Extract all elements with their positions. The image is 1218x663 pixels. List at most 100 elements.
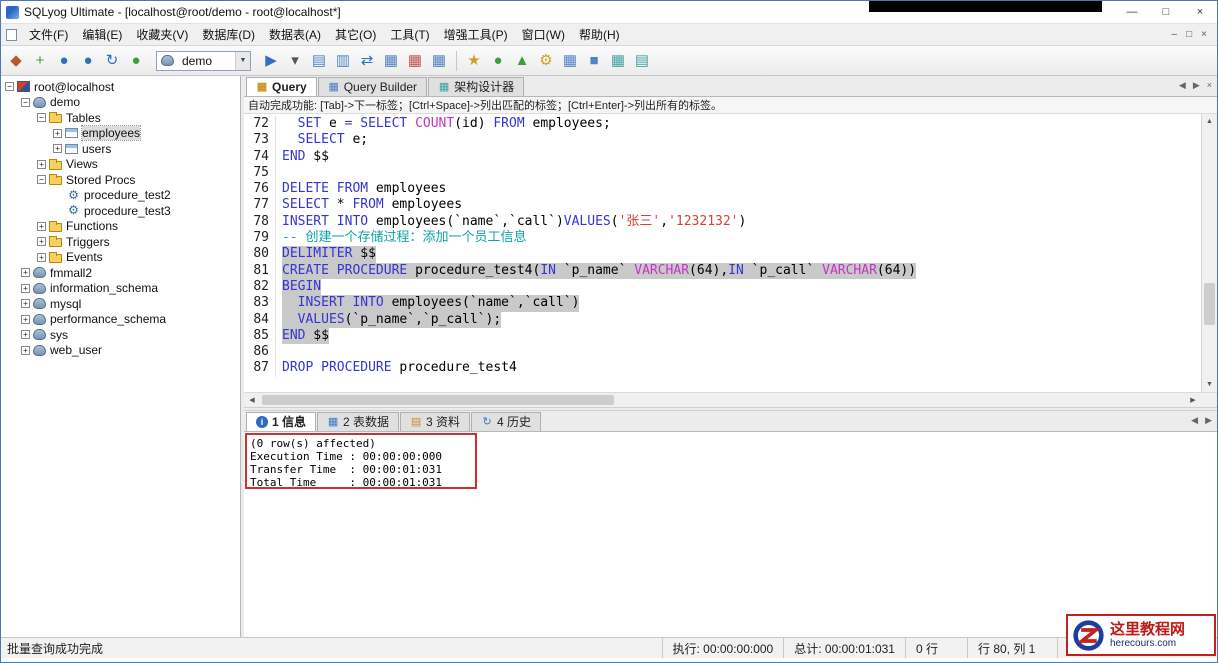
tab-objects[interactable]: ▤ 3 资料 bbox=[400, 412, 471, 431]
expand-icon[interactable]: + bbox=[21, 314, 30, 324]
new-query-editor-icon[interactable]: + bbox=[29, 50, 51, 72]
editor-line-73[interactable]: 73 SELECT e; bbox=[244, 132, 1201, 149]
tab-scroll-right-icon[interactable]: ▶ bbox=[1193, 80, 1200, 91]
tab-table-data[interactable]: ▦ 2 表数据 bbox=[317, 412, 400, 431]
result-tab-scroll-left-icon[interactable]: ◀ bbox=[1191, 415, 1198, 426]
mdi-minimize-button[interactable]: – bbox=[1172, 29, 1178, 40]
tree-item-functions[interactable]: + Functions bbox=[1, 219, 240, 235]
menu-item-8[interactable]: 增强工具(P) bbox=[437, 24, 515, 45]
expand-icon[interactable]: + bbox=[37, 221, 46, 231]
mdi-restore-button[interactable]: □ bbox=[1186, 29, 1192, 40]
data-search-icon[interactable]: ▦ bbox=[607, 50, 629, 72]
menu-item-7[interactable]: 工具(T) bbox=[383, 24, 436, 45]
sync-database-icon[interactable]: ● bbox=[487, 50, 509, 72]
editor-line-82[interactable]: 82 BEGIN bbox=[244, 278, 1201, 296]
web-companion-icon[interactable]: ● bbox=[125, 50, 147, 72]
database-dropdown[interactable]: demo ▼ bbox=[156, 50, 251, 71]
maximize-button[interactable]: □ bbox=[1149, 1, 1183, 23]
editor-line-74[interactable]: 74 END $$ bbox=[244, 148, 1201, 165]
vscroll-track[interactable] bbox=[1202, 129, 1217, 377]
tree-item-mysql[interactable]: + mysql bbox=[1, 296, 240, 312]
editor-line-83[interactable]: 83 INSERT INTO employees(`name`,`call`) bbox=[244, 295, 1201, 312]
format-query-icon[interactable]: ★ bbox=[463, 50, 485, 72]
editor-line-85[interactable]: 85 END $$ bbox=[244, 327, 1201, 345]
editor-line-72[interactable]: 72 SET e = SELECT COUNT(id) FROM employe… bbox=[244, 116, 1201, 133]
menu-item-5[interactable]: 数据表(A) bbox=[262, 24, 328, 45]
tab-close-icon[interactable]: × bbox=[1207, 80, 1212, 91]
scroll-left-icon[interactable]: ◀ bbox=[244, 393, 260, 407]
menu-item-4[interactable]: 数据库(D) bbox=[195, 24, 262, 45]
expand-icon[interactable]: + bbox=[37, 252, 46, 262]
paste-query-icon[interactable]: ▥ bbox=[332, 50, 354, 72]
tab-schema-designer[interactable]: ▦ 架构设计器 bbox=[428, 77, 525, 96]
object-browser[interactable]: − root@localhost − demo − Tables + employees + us… bbox=[1, 76, 241, 637]
vscroll-thumb[interactable] bbox=[1204, 282, 1215, 325]
expand-icon[interactable]: + bbox=[53, 128, 62, 138]
editor-line-75[interactable]: 75 bbox=[244, 164, 1201, 182]
query-profiler-icon[interactable]: ■ bbox=[583, 50, 605, 72]
sql-editor[interactable]: 72 SET e = SELECT COUNT(id) FROM employe… bbox=[244, 114, 1201, 392]
tree-item-web-user[interactable]: + web_user bbox=[1, 343, 240, 359]
menu-item-9[interactable]: 窗口(W) bbox=[515, 24, 572, 45]
tab-messages[interactable]: i 1 信息 bbox=[246, 412, 317, 431]
save-sql-file-icon[interactable]: ● bbox=[77, 50, 99, 72]
expand-icon[interactable]: + bbox=[21, 345, 30, 355]
execute-query-icon[interactable]: ▶ bbox=[260, 50, 282, 72]
collapse-icon[interactable]: − bbox=[37, 175, 46, 185]
tree-item-performance-schema[interactable]: + performance_schema bbox=[1, 312, 240, 328]
scroll-up-icon[interactable]: ▲ bbox=[1202, 114, 1217, 129]
tree-item-fmmall2[interactable]: + fmmall2 bbox=[1, 265, 240, 281]
tab-query-builder[interactable]: ▦ Query Builder bbox=[317, 77, 428, 96]
show-table-info-icon[interactable]: ▦ bbox=[428, 50, 450, 72]
editor-line-79[interactable]: 79 -- 创建一个存储过程：添加一个员工信息 bbox=[244, 230, 1201, 247]
tree-item-stored-procs[interactable]: − Stored Procs bbox=[1, 172, 240, 188]
editor-line-84[interactable]: 84 VALUES(`p_name`,`p_call`); bbox=[244, 311, 1201, 328]
tab-scroll-left-icon[interactable]: ◀ bbox=[1179, 80, 1186, 91]
tree-item-procedure-test3[interactable]: ⚙ procedure_test3 bbox=[1, 203, 240, 219]
editor-line-80[interactable]: 80 DELIMITER $$ bbox=[244, 246, 1201, 263]
tree-item-events[interactable]: + Events bbox=[1, 250, 240, 266]
tree-item-employees[interactable]: + employees bbox=[1, 125, 240, 142]
tree-item-tables[interactable]: − Tables bbox=[1, 110, 240, 126]
collapse-icon[interactable]: − bbox=[5, 82, 14, 92]
menu-item-10[interactable]: 帮助(H) bbox=[572, 24, 627, 45]
export-resultset-icon[interactable]: ⇄ bbox=[356, 50, 378, 72]
collapse-icon[interactable]: − bbox=[21, 97, 30, 107]
tab-history[interactable]: ↻ 4 历史 bbox=[471, 412, 542, 431]
result-tab-scroll-right-icon[interactable]: ▶ bbox=[1205, 415, 1212, 426]
tree-item-procedure-test2[interactable]: ⚙ procedure_test2 bbox=[1, 188, 240, 204]
tab-query[interactable]: ▦ Query bbox=[246, 77, 317, 96]
editor-line-87[interactable]: 87 DROP PROCEDURE procedure_test4 bbox=[244, 360, 1201, 377]
copy-query-icon[interactable]: ▤ bbox=[308, 50, 330, 72]
editor-horizontal-scrollbar[interactable]: ◀ ▶ bbox=[244, 392, 1217, 407]
tree-item-views[interactable]: + Views bbox=[1, 157, 240, 173]
expand-icon[interactable]: + bbox=[53, 144, 62, 154]
editor-vertical-scrollbar[interactable]: ▲ ▼ bbox=[1201, 114, 1217, 392]
menu-item-2[interactable]: 编辑(E) bbox=[75, 24, 129, 45]
scroll-down-icon[interactable]: ▼ bbox=[1202, 377, 1217, 392]
tree-item-triggers[interactable]: + Triggers bbox=[1, 234, 240, 250]
tree-item-users[interactable]: + users bbox=[1, 141, 240, 157]
hscroll-track[interactable] bbox=[260, 393, 1185, 407]
expand-icon[interactable]: + bbox=[37, 237, 46, 247]
schema-designer-icon[interactable]: ▦ bbox=[559, 50, 581, 72]
tree-item-sys[interactable]: + sys bbox=[1, 327, 240, 343]
settings-gear-icon[interactable]: ⚙ bbox=[535, 50, 557, 72]
refresh-object-browser-icon[interactable]: ↻ bbox=[101, 50, 123, 72]
scroll-right-icon[interactable]: ▶ bbox=[1185, 393, 1201, 407]
expand-icon[interactable]: + bbox=[37, 159, 46, 169]
close-button[interactable]: × bbox=[1183, 1, 1217, 23]
new-connection-icon[interactable]: ◆ bbox=[5, 50, 27, 72]
history-grid-icon[interactable]: ▤ bbox=[631, 50, 653, 72]
menu-item-1[interactable]: 文件(F) bbox=[22, 24, 75, 45]
menu-item-6[interactable]: 其它(O) bbox=[328, 24, 383, 45]
minimize-button[interactable]: — bbox=[1115, 1, 1149, 23]
expand-icon[interactable]: + bbox=[21, 283, 30, 293]
collapse-icon[interactable]: − bbox=[37, 113, 46, 123]
editor-line-78[interactable]: 78 INSERT INTO employees(`name`,`call`)VA… bbox=[244, 213, 1201, 231]
execute-options-arrow-icon[interactable]: ▾ bbox=[284, 50, 306, 72]
expand-icon[interactable]: + bbox=[21, 268, 30, 278]
user-manager-icon[interactable]: ▲ bbox=[511, 50, 533, 72]
hscroll-thumb[interactable] bbox=[262, 395, 614, 405]
expand-icon[interactable]: + bbox=[21, 330, 30, 340]
